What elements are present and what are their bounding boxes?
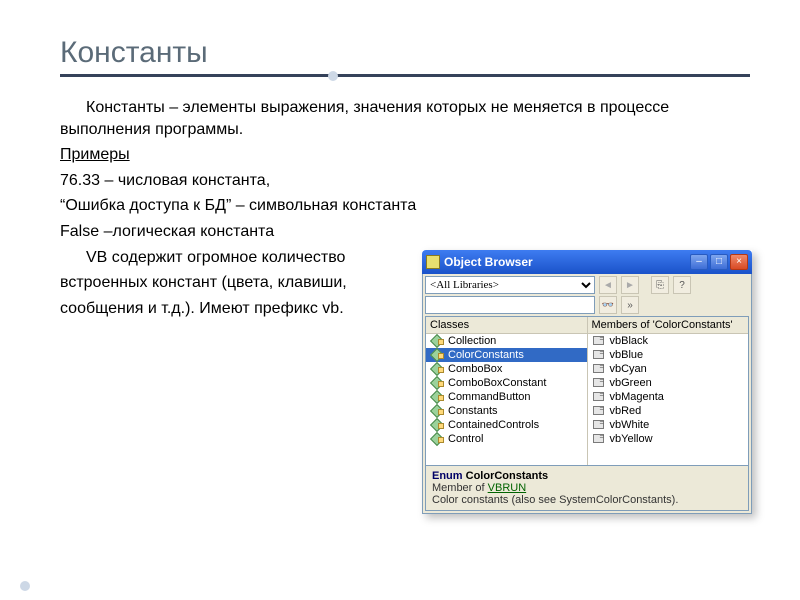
list-item-label: vbBlack <box>610 335 649 347</box>
list-item[interactable]: Control <box>426 432 587 446</box>
copy-button[interactable]: ⎘ <box>651 276 669 294</box>
classes-list: Classes Collection ColorConstants ComboBox… <box>426 317 587 465</box>
show-results-button[interactable]: » <box>621 296 639 314</box>
browser-lists: Classes Collection ColorConstants ComboBox… <box>425 316 749 466</box>
maximize-button[interactable]: □ <box>710 254 728 270</box>
list-item[interactable]: vbBlack <box>588 334 749 348</box>
library-select[interactable]: <All Libraries> <box>425 276 595 294</box>
slide-footer <box>0 580 800 592</box>
object-browser-window: Object Browser – □ × <All Libraries> ◄ ►… <box>422 250 752 514</box>
window-title: Object Browser <box>444 255 686 269</box>
list-item-label: Control <box>448 433 483 445</box>
member-of-label: Member of <box>432 482 485 494</box>
forward-button[interactable]: ► <box>621 276 639 294</box>
list-item[interactable]: ColorConstants <box>426 348 587 362</box>
list-item-label: Constants <box>448 405 498 417</box>
example-line: 76.33 – числовая константа, <box>60 170 750 192</box>
window-titlebar[interactable]: Object Browser – □ × <box>422 250 752 274</box>
example-line: False –логическая константа <box>60 221 750 243</box>
class-icon <box>430 363 444 375</box>
list-item[interactable]: vbCyan <box>588 362 749 376</box>
definition: Константы – элементы выражения, значения… <box>60 97 750 140</box>
class-icon <box>430 419 444 431</box>
example-line: “Ошибка доступа к БД” – символьная конст… <box>60 195 750 217</box>
search-input[interactable] <box>425 296 595 314</box>
const-icon <box>592 335 606 347</box>
const-icon <box>592 419 606 431</box>
list-item[interactable]: ComboBox <box>426 362 587 376</box>
list-item-label: vbWhite <box>610 419 650 431</box>
const-icon <box>592 377 606 389</box>
list-item[interactable]: Collection <box>426 334 587 348</box>
list-item[interactable]: ContainedControls <box>426 418 587 432</box>
list-item-label: vbGreen <box>610 377 652 389</box>
const-icon <box>592 363 606 375</box>
list-item-label: Collection <box>448 335 496 347</box>
member-of-link[interactable]: VBRUN <box>488 482 527 494</box>
window-sys-icon <box>426 255 440 269</box>
slide-title: Константы <box>60 36 750 70</box>
const-icon <box>592 349 606 361</box>
back-button[interactable]: ◄ <box>599 276 617 294</box>
members-items[interactable]: vbBlack vbBlue vbCyan vbGreen vbMagenta vbRed… <box>588 334 749 464</box>
list-item-label: vbRed <box>610 405 642 417</box>
library-toolbar: <All Libraries> ◄ ► ⎘ ? <box>425 276 749 294</box>
list-item[interactable]: vbRed <box>588 404 749 418</box>
help-button[interactable]: ? <box>673 276 691 294</box>
list-item-label: ContainedControls <box>448 419 539 431</box>
sig-keyword: Enum <box>432 470 463 482</box>
examples-heading: Примеры <box>60 144 750 166</box>
minimize-button[interactable]: – <box>690 254 708 270</box>
class-icon <box>430 433 444 445</box>
binoculars-icon[interactable]: 👓 <box>599 296 617 314</box>
class-icon <box>430 391 444 403</box>
sig-name: ColorConstants <box>466 470 549 482</box>
const-icon <box>592 433 606 445</box>
list-item[interactable]: vbYellow <box>588 432 749 446</box>
list-item-label: ColorConstants <box>448 349 524 361</box>
list-item-label: vbMagenta <box>610 391 664 403</box>
list-item[interactable]: vbBlue <box>588 348 749 362</box>
title-rule <box>60 74 750 77</box>
members-header[interactable]: Members of 'ColorConstants' <box>588 317 749 334</box>
details-panel: Enum ColorConstants Member of VBRUN Colo… <box>425 466 749 511</box>
class-icon <box>430 335 444 347</box>
class-icon <box>430 405 444 417</box>
const-icon <box>592 391 606 403</box>
search-toolbar: 👓 » <box>425 296 749 314</box>
list-item-label: CommandButton <box>448 391 531 403</box>
list-item[interactable]: CommandButton <box>426 390 587 404</box>
list-item-label: vbYellow <box>610 433 653 445</box>
list-item-label: vbBlue <box>610 349 644 361</box>
list-item-label: ComboBox <box>448 363 502 375</box>
list-item[interactable]: vbMagenta <box>588 390 749 404</box>
list-item-label: vbCyan <box>610 363 647 375</box>
close-button[interactable]: × <box>730 254 748 270</box>
list-item[interactable]: vbGreen <box>588 376 749 390</box>
classes-items[interactable]: Collection ColorConstants ComboBox ComboBox… <box>426 334 587 464</box>
list-item[interactable]: ComboBoxConstant <box>426 376 587 390</box>
members-list: Members of 'ColorConstants' vbBlack vbBlu… <box>587 317 749 465</box>
list-item[interactable]: Constants <box>426 404 587 418</box>
const-icon <box>592 405 606 417</box>
class-icon <box>430 377 444 389</box>
list-item[interactable]: vbWhite <box>588 418 749 432</box>
class-icon <box>430 349 444 361</box>
details-description: Color constants (also see SystemColorCon… <box>432 494 742 506</box>
list-item-label: ComboBoxConstant <box>448 377 546 389</box>
classes-header[interactable]: Classes <box>426 317 587 334</box>
